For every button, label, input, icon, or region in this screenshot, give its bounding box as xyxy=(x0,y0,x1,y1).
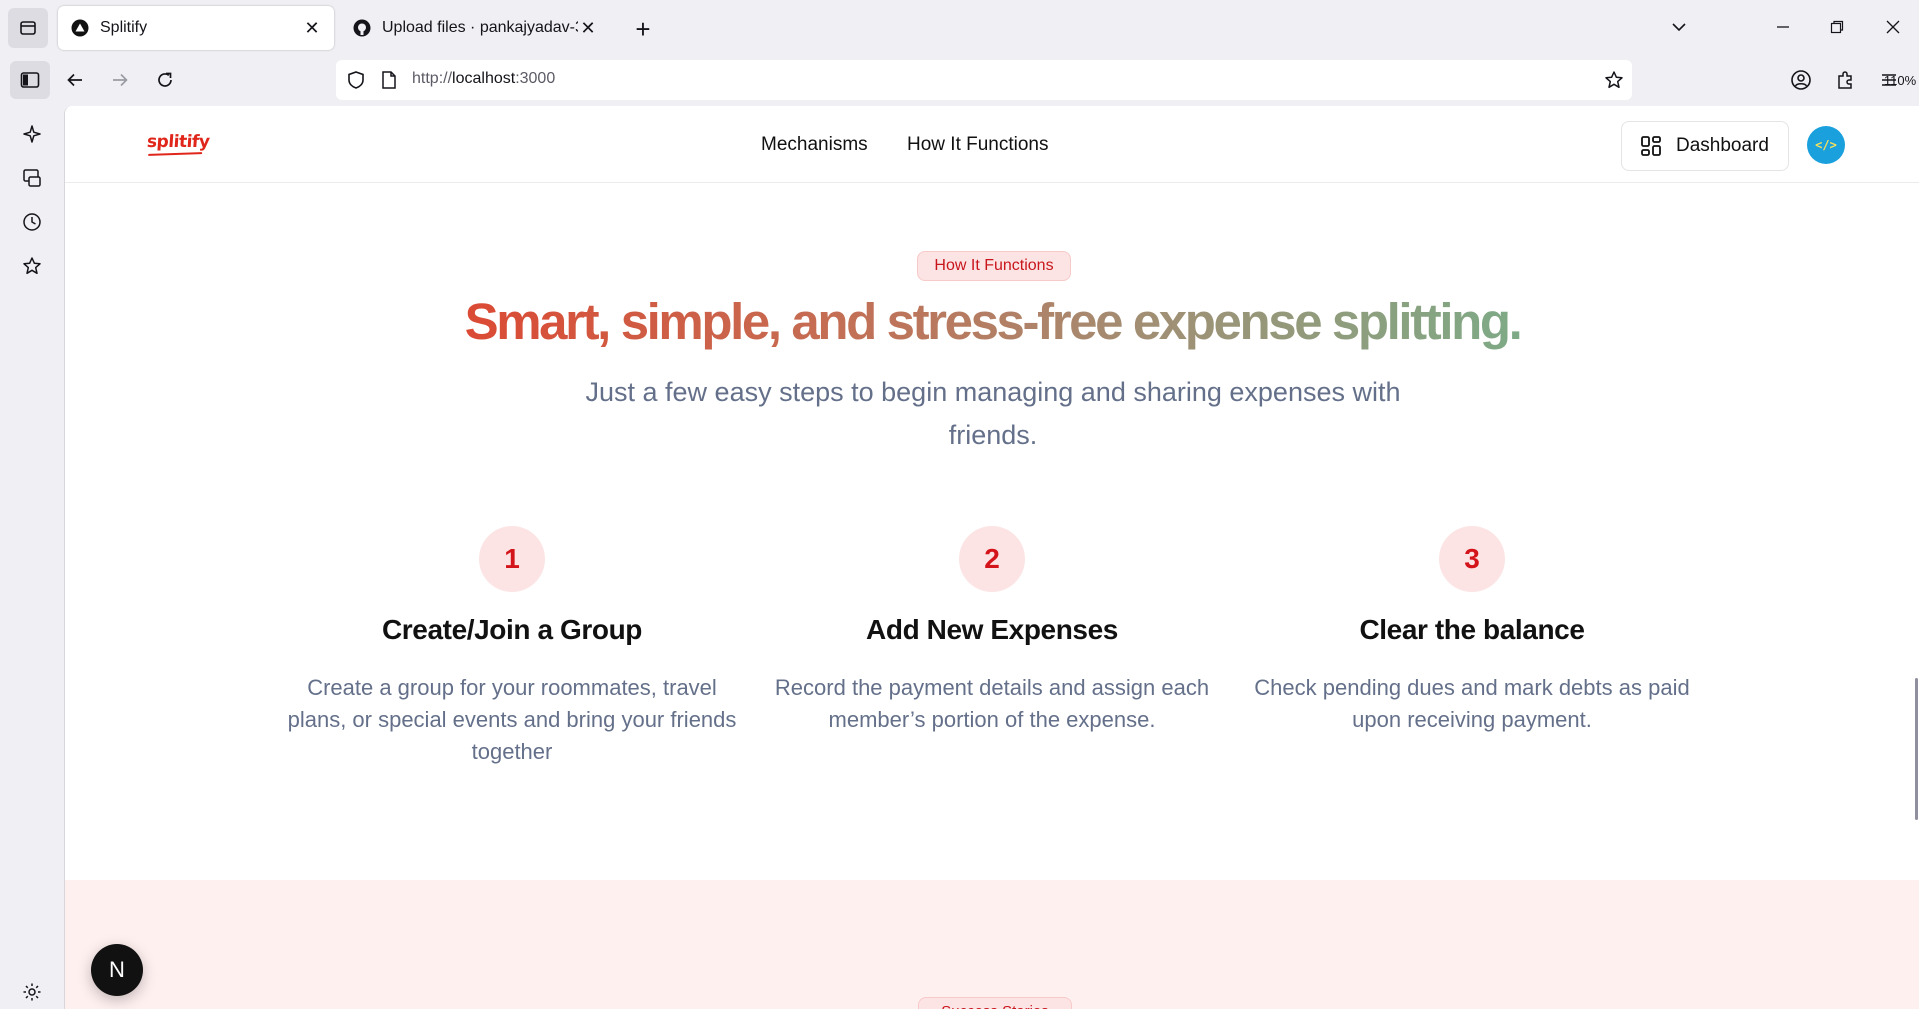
step-title: Create/Join a Group xyxy=(381,614,642,645)
new-tab-button[interactable]: + xyxy=(628,14,658,44)
arrow-right-icon xyxy=(113,73,128,87)
reload-button[interactable] xyxy=(146,61,184,99)
step-description: Create a group for your roommates, trave… xyxy=(287,675,737,764)
dashboard-button[interactable]: Dashboard xyxy=(1621,121,1789,171)
step-description: Record the payment details and assign ea… xyxy=(774,675,1210,732)
menu-button[interactable] xyxy=(1870,61,1908,99)
github-icon xyxy=(352,18,372,38)
shield-icon[interactable] xyxy=(346,70,366,95)
close-tab-icon[interactable]: ✕ xyxy=(578,18,598,38)
close-tab-icon[interactable]: ✕ xyxy=(302,18,322,38)
hamburger-menu-icon xyxy=(1882,74,1896,86)
sidebar-toggle-button[interactable] xyxy=(10,61,50,99)
page-viewport: splitify Mechanisms How It Functions Das… xyxy=(64,106,1919,1009)
browser-sidebar xyxy=(0,106,64,1009)
page-scrollbar[interactable] xyxy=(1915,678,1918,820)
bookmarks-star-icon[interactable] xyxy=(18,252,46,280)
folder-icon xyxy=(20,21,36,35)
extensions-button[interactable] xyxy=(1826,61,1864,99)
tab-title: Splitify xyxy=(100,19,148,36)
step-number: 2 xyxy=(959,526,1025,592)
reload-icon xyxy=(158,72,172,87)
splitify-logo[interactable]: splitify xyxy=(146,132,210,152)
site-header: splitify Mechanisms How It Functions Das… xyxy=(65,106,1919,183)
tab-title: Upload files · pankajyadav-30/Sp xyxy=(382,19,578,36)
nav-link-how-it-functions[interactable]: How It Functions xyxy=(907,134,1049,156)
dashboard-grid-icon xyxy=(1641,136,1661,156)
restore-icon[interactable] xyxy=(1820,12,1854,42)
nextjs-dev-indicator-button[interactable]: N xyxy=(91,944,143,996)
account-button[interactable] xyxy=(1782,61,1820,99)
back-button[interactable] xyxy=(56,61,94,99)
arrow-left-icon xyxy=(67,73,82,87)
step-number: 1 xyxy=(479,526,545,592)
navigation-toolbar: http://localhost:3000 110% xyxy=(0,54,1919,106)
bookmark-star-icon[interactable] xyxy=(1604,70,1624,95)
page-icon[interactable] xyxy=(380,70,398,95)
ai-chatbot-icon[interactable] xyxy=(18,120,46,148)
step-title: Add New Expenses xyxy=(866,614,1118,645)
sidebar-icon xyxy=(20,72,40,88)
user-avatar[interactable]: </> xyxy=(1807,126,1845,164)
url-text[interactable]: http://localhost:3000 xyxy=(412,70,555,88)
account-icon xyxy=(1791,70,1811,90)
page-subtitle: Just a few easy steps to begin managing … xyxy=(585,377,1401,450)
history-icon[interactable] xyxy=(18,208,46,236)
url-bar[interactable]: http://localhost:3000 110% xyxy=(336,60,1919,100)
dashboard-label: Dashboard xyxy=(1676,135,1769,156)
success-stories-badge: Success Stories xyxy=(918,997,1072,1009)
list-all-tabs-icon[interactable] xyxy=(1662,12,1696,42)
tab-splitify[interactable]: Splitify ✕ xyxy=(58,6,334,50)
nav-link-mechanisms[interactable]: Mechanisms xyxy=(761,134,868,156)
step-title: Clear the balance xyxy=(1359,614,1585,645)
close-window-icon[interactable] xyxy=(1876,12,1910,42)
tab-github-upload[interactable]: Upload files · pankajyadav-30/Sp ✕ xyxy=(340,6,610,50)
forward-button[interactable] xyxy=(101,61,139,99)
page-headline: Smart, simple, and stress-free expense s… xyxy=(464,293,1523,350)
settings-gear-icon[interactable] xyxy=(18,978,46,1006)
synced-tabs-icon[interactable] xyxy=(18,164,46,192)
puzzle-icon xyxy=(1838,71,1852,89)
success-stories-section: Success Stories xyxy=(65,880,1919,1009)
section-badge: How It Functions xyxy=(917,251,1071,281)
triangle-logo-icon xyxy=(70,18,90,38)
minimize-icon[interactable] xyxy=(1766,12,1800,42)
step-number: 3 xyxy=(1439,526,1505,592)
tab-bar: Splitify ✕ Upload files · pankajyadav-30… xyxy=(0,0,1919,54)
step-description: Check pending dues and mark debts as pai… xyxy=(1254,675,1690,732)
tab-list-button[interactable] xyxy=(8,8,48,48)
